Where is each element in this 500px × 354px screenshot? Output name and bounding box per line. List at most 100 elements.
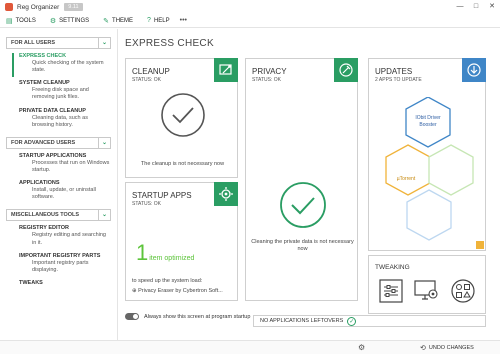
chevron-down-icon: ⌄ bbox=[98, 137, 110, 148]
undo-label: UNDO CHANGES bbox=[428, 345, 474, 351]
menu-help[interactable]: ? HELP bbox=[147, 17, 170, 24]
tweaking-card[interactable]: TWEAKING bbox=[368, 255, 486, 314]
sidebar-item-registry-editor[interactable]: REGISTRY EDITOR Registry editing and sea… bbox=[6, 225, 111, 246]
startup-corner bbox=[214, 182, 238, 206]
cleanup-ok-check-icon bbox=[161, 93, 205, 137]
sidebar-item-express-check[interactable]: EXPRESS CHECK Quick checking of the syst… bbox=[6, 53, 111, 78]
sidebar-item-desc: Quick checking of the system state. bbox=[32, 60, 104, 74]
optimized-count: 1 bbox=[136, 240, 149, 265]
broom-icon bbox=[219, 64, 232, 75]
updates-corner bbox=[462, 58, 486, 82]
title-bar: Reg Organizer 9.11 — □ ✕ bbox=[0, 0, 500, 14]
leftovers-label: NO APPLICATIONS LEFTOVERS bbox=[260, 318, 344, 324]
sidebar: FOR ALL USERS ⌄ EXPRESS CHECK Quick chec… bbox=[0, 29, 118, 340]
always-show-toggle[interactable] bbox=[125, 313, 139, 320]
card-title: STARTUP APPS bbox=[132, 191, 192, 200]
always-show-label: Always show this screen at program start… bbox=[144, 313, 251, 320]
close-button[interactable]: ✕ bbox=[484, 0, 500, 14]
menu-help-label: HELP bbox=[153, 17, 170, 24]
always-show-row: Always show this screen at program start… bbox=[125, 313, 250, 320]
sidebar-item-desc: Cleaning data, such as browsing history. bbox=[32, 114, 88, 128]
rocket-gear-icon bbox=[219, 187, 233, 201]
sidebar-item-private-data-cleanup[interactable]: PRIVATE DATA CLEANUP Cleaning data, such… bbox=[6, 108, 111, 129]
privacy-brush-icon bbox=[339, 63, 353, 77]
menu-theme-label: THEME bbox=[112, 17, 134, 24]
privacy-card[interactable]: PRIVACY STATUS: OK Cleaning the private … bbox=[245, 58, 358, 301]
sidebar-item-desc: Important registry parts displaying. bbox=[32, 259, 89, 273]
sidebar-item-system-cleanup[interactable]: SYSTEM CLEANUP Freeing disk space and re… bbox=[6, 80, 111, 101]
theme-icon: ✎ bbox=[103, 17, 110, 25]
sidebar-item-desc: Registry editing and searching in it. bbox=[32, 232, 106, 246]
speed-text: to speed up the system load: bbox=[132, 278, 203, 284]
card-status: STATUS: OK bbox=[252, 77, 281, 83]
no-leftovers-bar[interactable]: NO APPLICATIONS LEFTOVERS ✓ bbox=[253, 315, 486, 327]
section-miscellaneous-tools[interactable]: MISCELLANEOUS TOOLS ⌄ bbox=[6, 209, 111, 222]
card-status: 2 APPS TO UPDATE bbox=[375, 77, 422, 83]
card-title: TWEAKING bbox=[375, 264, 410, 271]
update-app-2[interactable]: µTorrent bbox=[387, 176, 425, 183]
card-title: CLEANUP bbox=[132, 67, 170, 76]
sidebar-item-title: STARTUP APPLICATIONS bbox=[19, 152, 87, 159]
optimized-summary: 1 item optimized bbox=[136, 242, 194, 264]
sidebar-item-desc: Install, update, or uninstall software. bbox=[32, 187, 96, 201]
main-panel: EXPRESS CHECK CLEANUP STATUS: OK The cle… bbox=[118, 29, 500, 340]
card-status: STATUS: OK bbox=[132, 201, 161, 207]
cleanup-card[interactable]: CLEANUP STATUS: OK The cleanup is not ne… bbox=[125, 58, 238, 178]
section-for-all-users[interactable]: FOR ALL USERS ⌄ bbox=[6, 37, 111, 49]
sidebar-item-desc: Freeing disk space and removing junk fil… bbox=[32, 87, 89, 101]
more-menu-button[interactable]: ••• bbox=[180, 17, 187, 24]
sidebar-item-title: EXPRESS CHECK bbox=[19, 53, 67, 59]
updates-corner-badge bbox=[476, 241, 484, 249]
settings-sliders-icon[interactable] bbox=[379, 279, 403, 303]
sidebar-item-applications[interactable]: APPLICATIONS Install, update, or uninsta… bbox=[6, 180, 111, 201]
menu-settings[interactable]: ⚙ SETTINGS bbox=[50, 17, 89, 25]
update-app-1[interactable]: IObit Driver Booster bbox=[409, 115, 447, 128]
menu-bar: ▤ TOOLS ⚙ SETTINGS ✎ THEME ? HELP ••• bbox=[0, 14, 500, 28]
menu-settings-label: SETTINGS bbox=[59, 17, 90, 24]
optimized-label: item optimized bbox=[149, 255, 195, 262]
minimize-button[interactable]: — bbox=[452, 0, 468, 14]
card-title: PRIVACY bbox=[252, 67, 287, 76]
startup-apps-card[interactable]: STARTUP APPS STATUS: OK 1 item optimized… bbox=[125, 182, 238, 301]
optimized-app-line: ⊕ Privacy Eraser by Cybertron Soft... bbox=[132, 288, 223, 294]
menu-tools-label: TOOLS bbox=[15, 17, 36, 24]
privacy-corner bbox=[334, 58, 358, 82]
menu-tools[interactable]: ▤ TOOLS bbox=[6, 17, 36, 25]
tools-icon: ▤ bbox=[6, 17, 13, 25]
gear-icon: ⚙ bbox=[49, 17, 57, 25]
optimized-app-name: Privacy Eraser by Cybertron Soft... bbox=[138, 288, 223, 294]
sidebar-item-desc: Processes that run on Windows startup. bbox=[32, 159, 110, 173]
sidebar-item-title: APPLICATIONS bbox=[19, 180, 60, 187]
section-for-advanced-users[interactable]: FOR ADVANCED USERS ⌄ bbox=[6, 136, 111, 149]
section-label: FOR ALL USERS bbox=[11, 40, 56, 46]
check-circle-icon: ✓ bbox=[347, 316, 357, 326]
chevron-down-icon: ⌄ bbox=[98, 38, 110, 48]
card-status: STATUS: OK bbox=[132, 77, 161, 83]
card-title: UPDATES bbox=[375, 67, 413, 76]
version-badge: 9.11 bbox=[64, 3, 83, 11]
download-icon bbox=[467, 63, 481, 77]
undo-icon: ⟲ bbox=[420, 345, 426, 352]
sidebar-item-title: IMPORTANT REGISTRY PARTS bbox=[19, 252, 101, 259]
sidebar-item-title: SYSTEM CLEANUP bbox=[19, 80, 70, 87]
monitor-gear-icon[interactable] bbox=[414, 279, 440, 303]
cleanup-note: The cleanup is not necessary now bbox=[140, 161, 225, 167]
undo-changes-button[interactable]: ⟲ UNDO CHANGES bbox=[420, 344, 474, 352]
cleanup-corner bbox=[214, 58, 238, 82]
menu-theme[interactable]: ✎ THEME bbox=[103, 17, 133, 25]
app-logo-icon bbox=[5, 3, 13, 11]
apps-grid-icon[interactable] bbox=[451, 279, 475, 303]
sidebar-item-tweaks[interactable]: TWEAKS bbox=[6, 280, 111, 286]
section-label: FOR ADVANCED USERS bbox=[11, 139, 76, 146]
section-label: MISCELLANEOUS TOOLS bbox=[11, 212, 80, 219]
sidebar-item-title: TWEAKS bbox=[19, 279, 43, 286]
status-bar: ⚙ ⟲ UNDO CHANGES bbox=[0, 340, 500, 354]
maximize-button[interactable]: □ bbox=[468, 0, 484, 14]
sidebar-item-startup-applications[interactable]: STARTUP APPLICATIONS Processes that run … bbox=[6, 153, 111, 174]
help-icon: ? bbox=[147, 17, 151, 24]
privacy-ok-check-icon bbox=[280, 182, 326, 228]
updates-card[interactable]: UPDATES 2 APPS TO UPDATE IObit Driver Bo… bbox=[368, 58, 486, 251]
settings-gear-icon[interactable]: ⚙ bbox=[358, 343, 365, 352]
page-title: EXPRESS CHECK bbox=[125, 38, 214, 49]
sidebar-item-important-registry-parts[interactable]: IMPORTANT REGISTRY PARTS Important regis… bbox=[6, 253, 111, 274]
